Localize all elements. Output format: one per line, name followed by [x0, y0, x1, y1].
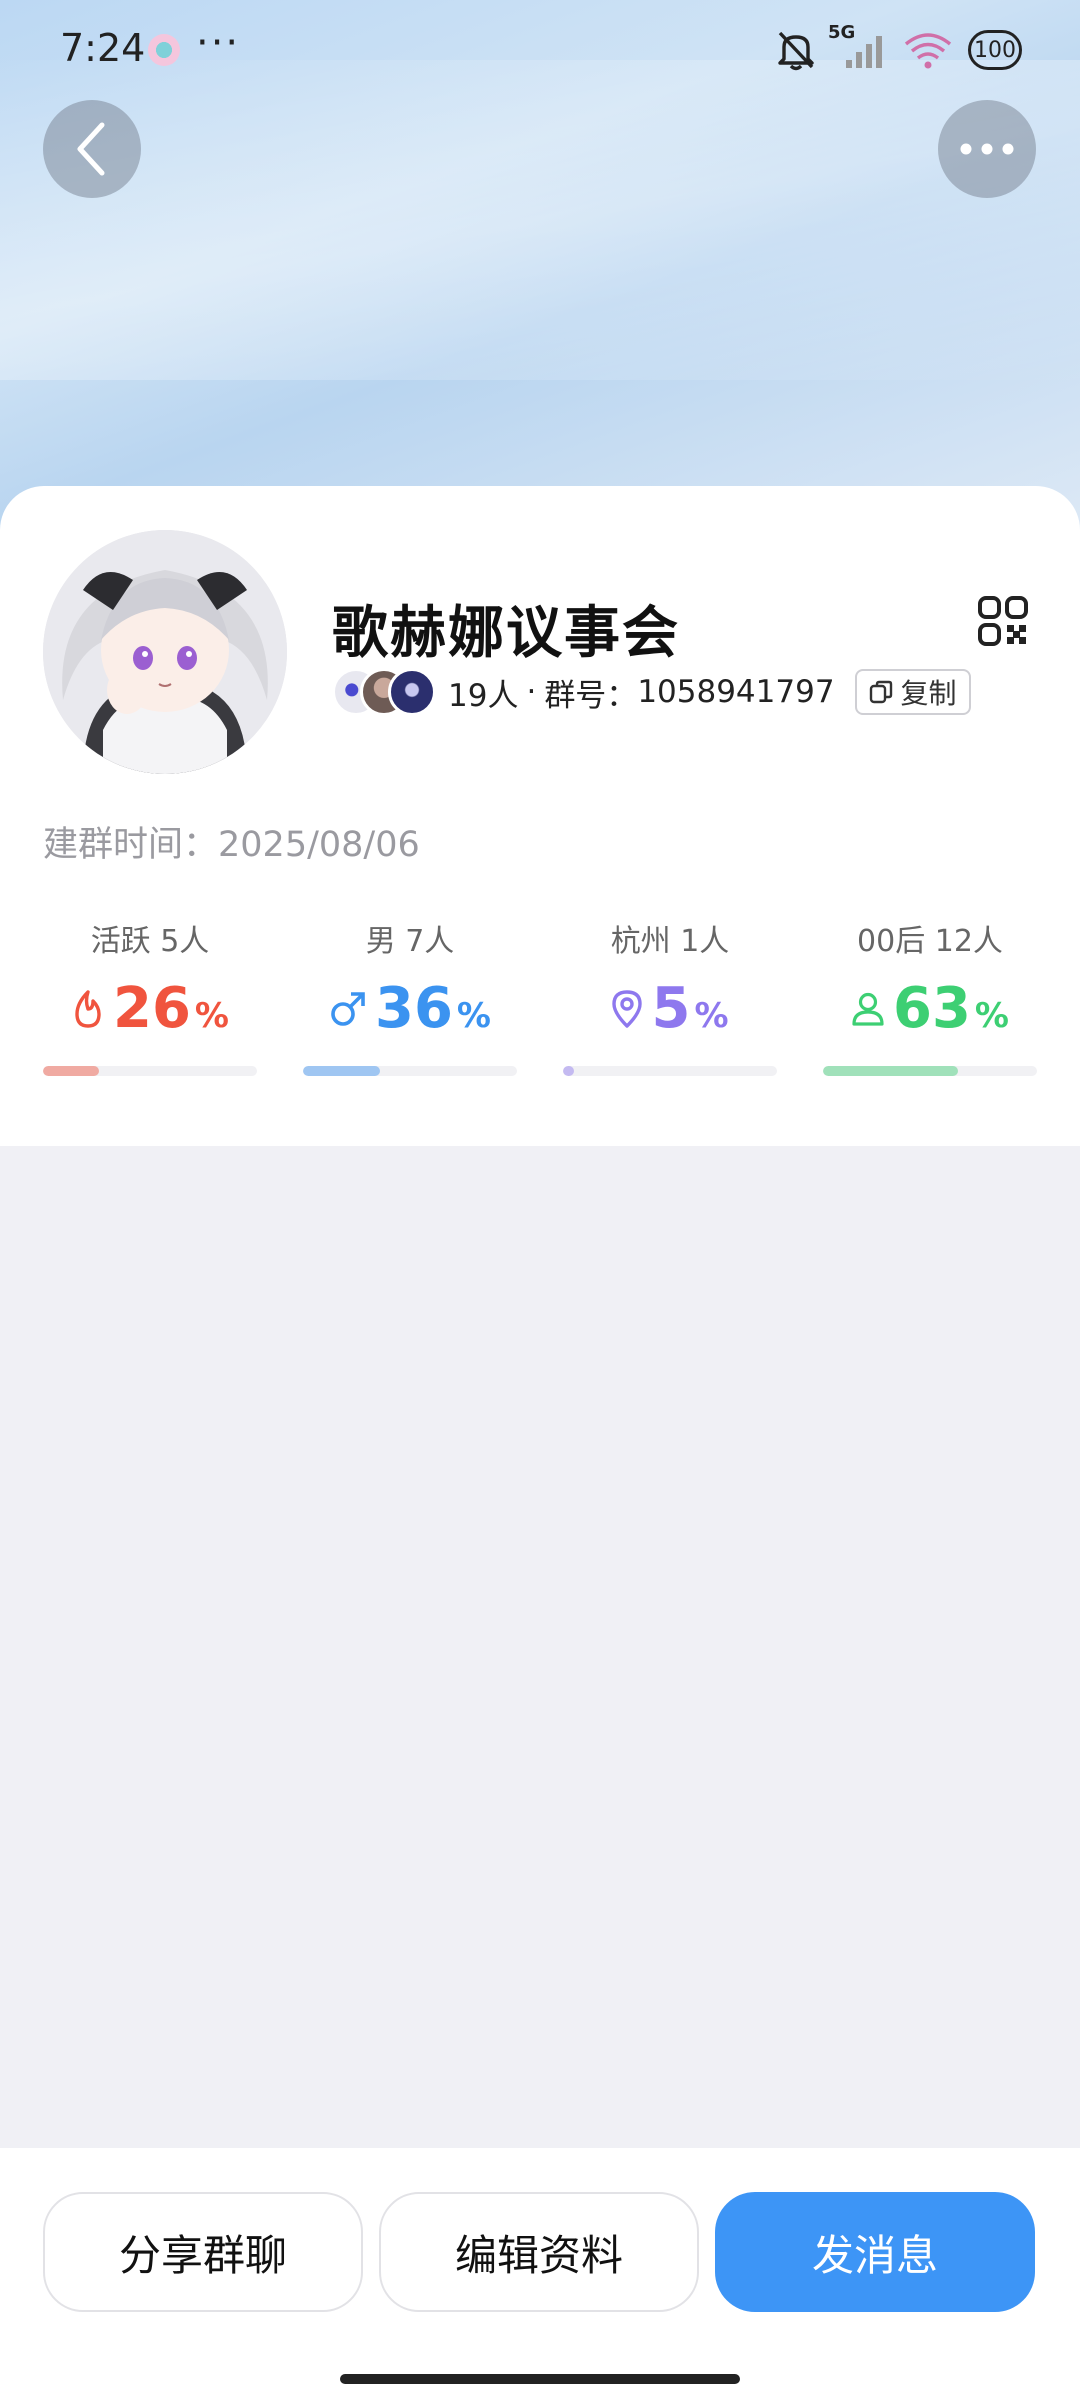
flame-icon	[75, 989, 101, 1028]
wifi-icon	[904, 30, 952, 70]
stat-progress-fill	[563, 1066, 574, 1076]
home-indicator[interactable]	[340, 2374, 740, 2384]
chevron-left-icon	[77, 122, 105, 176]
stat-value: 36 %	[303, 976, 517, 1041]
copy-icon	[869, 680, 892, 704]
stat-unit: %	[456, 996, 491, 1036]
stat-label: 男 7人	[365, 924, 455, 959]
group-avatar[interactable]	[43, 530, 287, 774]
stat-label: 活跃 5人	[90, 924, 210, 959]
stat-percent: 36	[374, 976, 453, 1041]
group-name: 歌赫娜议事会	[332, 601, 680, 666]
created-value: 2025/08/06	[218, 825, 420, 865]
qr-code-icon[interactable]	[978, 596, 1028, 650]
more-button[interactable]	[938, 100, 1036, 198]
status-icons: 5G 100	[776, 22, 1022, 74]
stat-unit: %	[974, 996, 1009, 1036]
stat-percent: 26	[112, 976, 191, 1041]
member-stats: 活跃 5人 26 % 男 7人 36 % 杭州 1人 5 % 00后 12人 6…	[43, 916, 1037, 1086]
battery-indicator: 100	[968, 30, 1022, 70]
stat-progress-track	[43, 1066, 257, 1076]
copy-button[interactable]: 复制	[854, 669, 971, 715]
stat-label: 杭州 1人	[610, 924, 730, 959]
group-meta-row: 19人 · 群号： 1058941797 复制	[332, 666, 971, 718]
stat-value: 26 %	[43, 976, 257, 1041]
created-date: 建群时间：2025/08/06	[43, 816, 420, 867]
person-icon	[852, 992, 884, 1026]
member-avatars[interactable]	[332, 668, 440, 716]
copy-label: 复制	[900, 677, 957, 710]
send-message-button[interactable]: 发消息	[715, 2192, 1035, 2312]
share-group-button[interactable]: 分享群聊	[43, 2192, 363, 2312]
member-count[interactable]: 19人	[448, 670, 518, 715]
stat-percent: 63	[892, 976, 971, 1041]
created-label: 建群时间：	[43, 825, 219, 865]
stat-age[interactable]: 00后 12人 63 %	[823, 916, 1037, 1086]
stat-active[interactable]: 活跃 5人 26 %	[43, 916, 257, 1086]
stat-value: 63 %	[823, 976, 1037, 1041]
stat-value: 5 %	[563, 976, 777, 1041]
status-time: 7:24	[60, 26, 146, 70]
more-horizontal-icon	[960, 143, 1014, 155]
meta-separator: ·	[526, 674, 537, 710]
bell-muted-icon	[776, 29, 816, 71]
signal-icon: 5G	[828, 22, 888, 72]
stat-progress-fill	[823, 1066, 958, 1076]
male-icon	[331, 991, 365, 1026]
back-button[interactable]	[43, 100, 141, 198]
stat-progress-track	[303, 1066, 517, 1076]
bottom-action-bar: 分享群聊 编辑资料 发消息	[0, 2148, 1080, 2400]
more-notifications-icon: ···	[196, 20, 241, 66]
stat-progress-track	[823, 1066, 1037, 1076]
location-pin-icon	[612, 989, 643, 1028]
group-id-label: 群号：	[544, 677, 638, 714]
stat-percent: 5	[651, 976, 691, 1041]
stat-unit: %	[194, 996, 229, 1036]
group-info-card: 歌赫娜议事会 19人 · 群号： 1058941797 复制 建群时间：2025…	[0, 486, 1080, 1146]
stat-gender[interactable]: 男 7人 36 %	[303, 916, 517, 1086]
stat-unit: %	[694, 996, 729, 1036]
edit-profile-button[interactable]: 编辑资料	[379, 2192, 699, 2312]
stat-progress-track	[563, 1066, 777, 1076]
stat-location[interactable]: 杭州 1人 5 %	[563, 916, 777, 1086]
group-id-value: 1058941797	[637, 674, 835, 710]
member-avatar	[388, 668, 436, 716]
stat-label: 00后 12人	[857, 924, 1003, 959]
notification-app-icon	[148, 34, 180, 66]
stat-progress-fill	[303, 1066, 381, 1076]
group-profile-screen: 7:24 ··· 5G 100 歌赫娜议事会 19人 · 群号： 1058941…	[0, 0, 1080, 2400]
stat-progress-fill	[43, 1066, 99, 1076]
status-bar: 7:24 ··· 5G 100	[0, 0, 1080, 100]
